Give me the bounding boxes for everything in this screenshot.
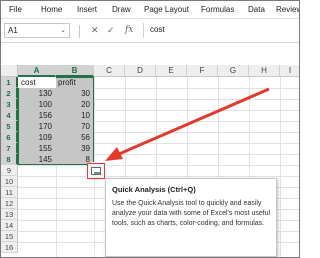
table-cell[interactable]: 39 bbox=[56, 143, 90, 154]
row-header[interactable]: 3 bbox=[1, 99, 18, 110]
select-all-corner[interactable] bbox=[1, 65, 18, 77]
column-header-b[interactable]: B bbox=[56, 65, 94, 77]
formula-input[interactable]: cost bbox=[143, 23, 298, 38]
name-box-value: A1 bbox=[8, 26, 18, 35]
table-cell[interactable]: 70 bbox=[56, 121, 90, 132]
tab-home[interactable]: Home bbox=[41, 5, 62, 14]
table-cell[interactable]: 100 bbox=[18, 99, 52, 110]
table-cell[interactable]: 8 bbox=[56, 154, 90, 165]
row-header[interactable]: 6 bbox=[1, 132, 18, 143]
tooltip-body: Use the Quick Analysis tool to quickly a… bbox=[112, 200, 271, 227]
column-header-g[interactable]: G bbox=[218, 65, 249, 77]
function-icon[interactable]: fx bbox=[125, 25, 133, 35]
header-cell-cost[interactable]: cost bbox=[21, 77, 36, 88]
row-header[interactable]: 13 bbox=[1, 209, 18, 220]
chevron-down-icon[interactable]: ⌄ bbox=[60, 26, 66, 34]
row-header[interactable]: 7 bbox=[1, 143, 18, 154]
table-cell[interactable]: 130 bbox=[18, 88, 52, 99]
table-cell[interactable]: 56 bbox=[56, 132, 90, 143]
row-header[interactable]: 12 bbox=[1, 198, 18, 209]
column-header-c[interactable]: C bbox=[94, 65, 125, 77]
quick-analysis-tooltip: Quick Analysis (Ctrl+Q) Use the Quick An… bbox=[105, 178, 277, 257]
row-header[interactable]: 14 bbox=[1, 220, 18, 231]
tab-draw[interactable]: Draw bbox=[112, 5, 131, 14]
row-header[interactable]: 8 bbox=[1, 154, 18, 165]
ribbon-tab-bar: File Home Insert Draw Page Layout Formul… bbox=[1, 1, 299, 19]
tab-formulas[interactable]: Formulas bbox=[201, 5, 234, 14]
quick-analysis-icon-bar bbox=[94, 172, 100, 174]
row-header[interactable]: 15 bbox=[1, 231, 18, 242]
row-header[interactable]: 10 bbox=[1, 176, 18, 187]
cancel-icon[interactable]: ✕ bbox=[91, 25, 99, 36]
table-cell[interactable]: 156 bbox=[18, 110, 52, 121]
row-header[interactable]: 4 bbox=[1, 110, 18, 121]
name-box[interactable]: A1 ⌄ bbox=[4, 23, 70, 38]
column-header-h[interactable]: H bbox=[249, 65, 280, 77]
gridline bbox=[18, 176, 299, 177]
table-cell[interactable]: 145 bbox=[18, 154, 52, 165]
header-cell-profit[interactable]: profit bbox=[58, 77, 76, 88]
tooltip-title: Quick Analysis (Ctrl+Q) bbox=[112, 185, 196, 194]
tab-file[interactable]: File bbox=[9, 5, 22, 14]
tab-insert[interactable]: Insert bbox=[77, 5, 97, 14]
table-cell[interactable]: 10 bbox=[56, 110, 90, 121]
quick-analysis-icon bbox=[91, 167, 101, 175]
row-header[interactable]: 9 bbox=[1, 165, 18, 176]
column-header-a[interactable]: A bbox=[18, 65, 56, 77]
table-cell[interactable]: 109 bbox=[18, 132, 52, 143]
column-header-d[interactable]: D bbox=[125, 65, 156, 77]
gridline bbox=[280, 77, 281, 257]
row-header[interactable]: 11 bbox=[1, 187, 18, 198]
excel-window: File Home Insert Draw Page Layout Formul… bbox=[0, 0, 300, 258]
formula-bar: A1 ⌄ ✕ ✓ fx cost bbox=[1, 19, 299, 43]
formula-value: cost bbox=[150, 25, 165, 34]
row-header[interactable]: 5 bbox=[1, 121, 18, 132]
tab-page-layout[interactable]: Page Layout bbox=[144, 5, 189, 14]
row-header[interactable]: 16 bbox=[1, 242, 18, 253]
enter-icon[interactable]: ✓ bbox=[107, 25, 115, 36]
column-header-i[interactable]: I bbox=[280, 65, 299, 77]
tab-data[interactable]: Data bbox=[248, 5, 265, 14]
tab-review[interactable]: Review bbox=[276, 5, 299, 14]
formula-bar-divider bbox=[79, 25, 80, 38]
table-cell[interactable]: 155 bbox=[18, 143, 52, 154]
table-cell[interactable]: 30 bbox=[56, 88, 90, 99]
table-cell[interactable]: 170 bbox=[18, 121, 52, 132]
table-cell[interactable]: 20 bbox=[56, 99, 90, 110]
quick-analysis-button[interactable] bbox=[87, 163, 105, 179]
column-header-e[interactable]: E bbox=[156, 65, 187, 77]
gridline bbox=[18, 165, 299, 166]
row-header[interactable]: 1 bbox=[1, 77, 18, 88]
column-header-f[interactable]: F bbox=[187, 65, 218, 77]
row-header[interactable]: 2 bbox=[1, 88, 18, 99]
